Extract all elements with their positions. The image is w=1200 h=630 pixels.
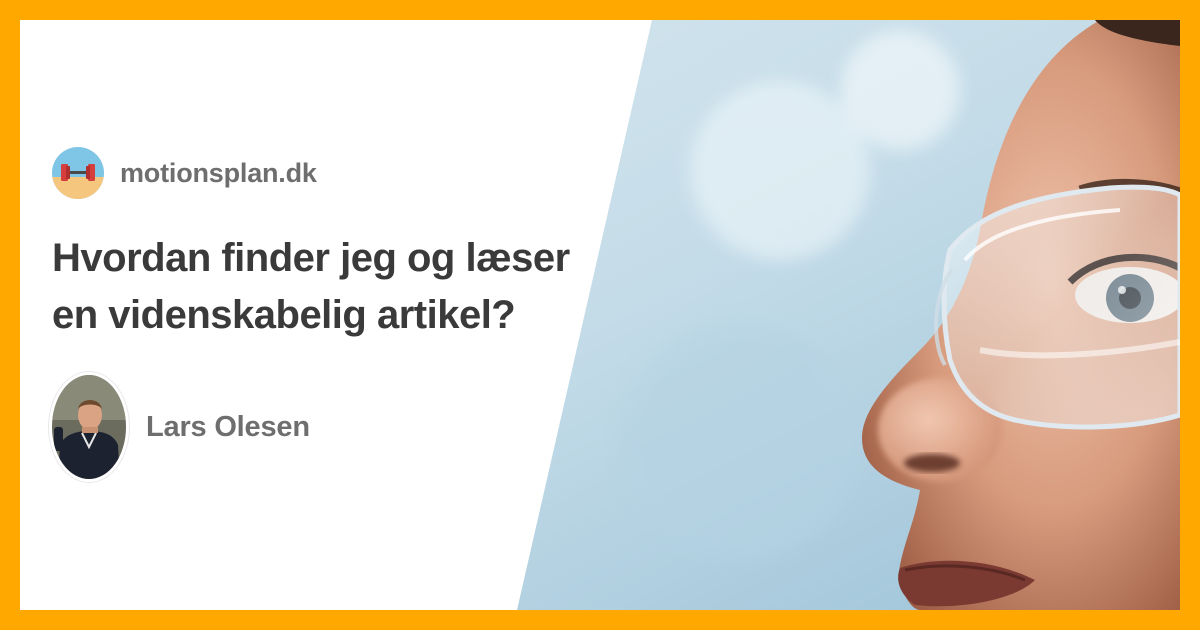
author-avatar[interactable]: [52, 375, 126, 479]
share-card[interactable]: motionsplan.dk Hvordan finder jeg og læs…: [20, 20, 1180, 610]
article-title[interactable]: Hvordan finder jeg og læser en videnskab…: [52, 230, 612, 344]
site-header[interactable]: motionsplan.dk: [52, 146, 317, 200]
site-name[interactable]: motionsplan.dk: [120, 158, 317, 189]
author-byline[interactable]: Lars Olesen: [52, 375, 310, 479]
author-name[interactable]: Lars Olesen: [146, 411, 310, 444]
share-card-frame: motionsplan.dk Hvordan finder jeg og læs…: [0, 0, 1200, 630]
dumbbell-icon: [52, 147, 104, 199]
